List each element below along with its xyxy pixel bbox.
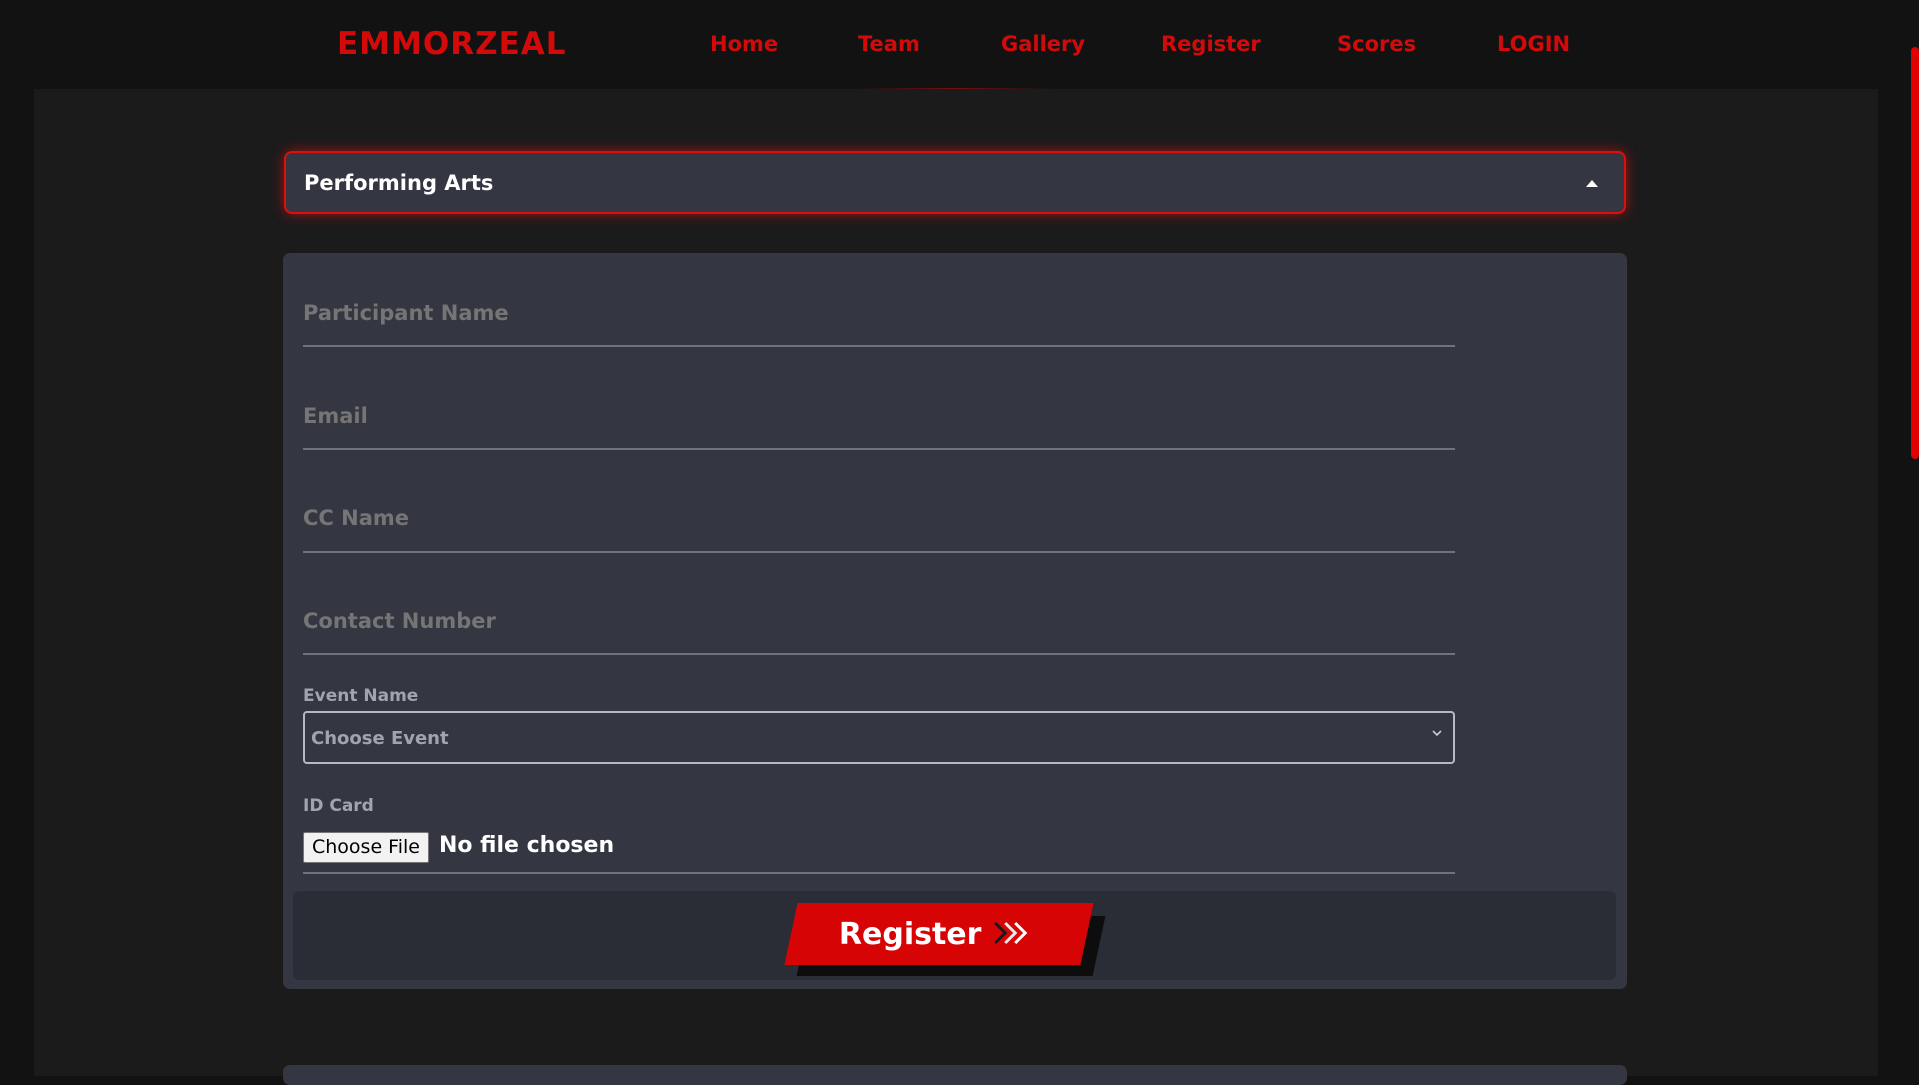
event-select-value: Choose Event <box>311 728 449 749</box>
cc-name-input[interactable] <box>303 498 1455 538</box>
submit-area: Register <box>293 891 1616 980</box>
nav-team-link[interactable]: Team <box>858 32 920 56</box>
caret-up-icon <box>1586 180 1598 187</box>
participant-name-input[interactable] <box>303 293 1455 333</box>
next-accordion-card <box>283 1065 1627 1085</box>
page-scrollbar[interactable] <box>1911 47 1919 459</box>
register-submit-button[interactable]: Register <box>784 903 1094 965</box>
cc-name-field[interactable] <box>303 498 1455 553</box>
id-card-upload: Choose File No file chosen <box>303 827 1455 874</box>
nav-scores-link[interactable]: Scores <box>1337 32 1416 56</box>
performing-arts-accordion-header[interactable]: Performing Arts <box>284 151 1626 214</box>
chevron-down-icon <box>1432 730 1442 737</box>
accordion-title: Performing Arts <box>304 171 494 195</box>
double-chevron-right-icon <box>994 921 1028 945</box>
nav-home-link[interactable]: Home <box>710 32 778 56</box>
nav-register-link[interactable]: Register <box>1161 32 1261 56</box>
email-field[interactable] <box>303 396 1455 450</box>
participant-name-field[interactable] <box>303 293 1455 347</box>
id-card-label: ID Card <box>303 796 374 816</box>
register-button-label: Register <box>838 917 982 952</box>
event-name-label: Event Name <box>303 686 419 706</box>
contact-number-field[interactable] <box>303 601 1455 655</box>
event-select[interactable]: Choose Event <box>303 711 1455 764</box>
nav-gallery-link[interactable]: Gallery <box>1001 32 1085 56</box>
contact-number-input[interactable] <box>303 601 1455 641</box>
choose-file-button[interactable]: Choose File <box>303 832 429 863</box>
registration-form: Event Name Choose Event ID Card Choose F… <box>283 253 1627 989</box>
file-status-text: No file chosen <box>439 833 615 858</box>
nav-login-link[interactable]: LOGIN <box>1497 32 1570 56</box>
brand-logo[interactable]: EMMORZEAL <box>337 26 567 62</box>
top-navbar: EMMORZEAL Home Team Gallery Register Sco… <box>0 0 1919 91</box>
email-input[interactable] <box>303 396 1455 436</box>
